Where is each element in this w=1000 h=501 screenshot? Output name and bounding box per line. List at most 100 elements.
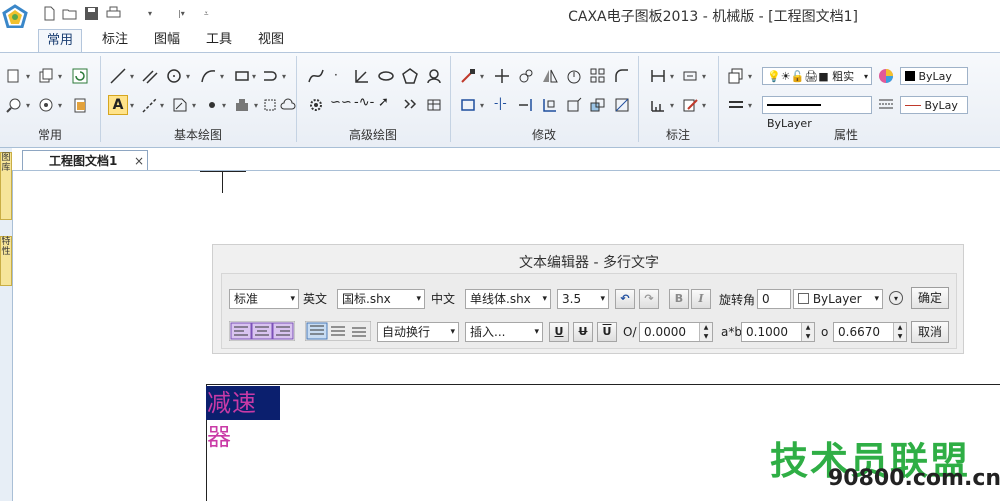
italic-button[interactable]: I [691,289,711,309]
expand-options-icon[interactable]: ▾ [889,291,903,305]
underline-button[interactable]: U [549,322,569,342]
fillet-icon[interactable] [614,68,630,84]
spin-arrows-icon[interactable]: ▲ ▼ [893,323,906,341]
array-icon[interactable] [590,68,606,84]
strikethrough-button[interactable]: U [573,322,593,342]
chevron-down-icon[interactable]: ▾ [480,101,484,110]
layer-manager-icon[interactable] [728,68,744,84]
lineweight-list-icon[interactable] [878,97,894,113]
arrow-icon[interactable]: ➚ [378,95,389,110]
edit-dim-icon[interactable] [682,97,698,113]
wave-line-icon[interactable]: ∽∽ [330,95,352,110]
chevron-down-icon[interactable]: ▾ [130,101,134,110]
ellipse-icon[interactable] [378,68,394,84]
chevron-down-icon[interactable]: ▾ [192,101,196,110]
linewidth-icon[interactable] [728,97,744,113]
redo-icon[interactable]: ↷ [639,289,659,309]
erase-icon[interactable] [460,68,476,84]
ok-button[interactable]: 确定 [911,287,949,309]
stretch-icon[interactable] [542,97,558,113]
angle-line-icon[interactable] [354,68,370,84]
arc-icon[interactable] [200,68,216,84]
measure-icon[interactable] [38,97,54,113]
chevron-down-icon[interactable]: ▾ [58,72,62,81]
char-spacing-input[interactable]: 0.1000 ▲ ▼ [741,322,815,342]
zoom-icon[interactable] [6,97,22,113]
tab-view[interactable]: 视图 [250,29,292,51]
centerline-icon[interactable] [142,97,158,113]
rotation-input[interactable]: 0 [757,289,791,309]
dimension-icon[interactable] [650,68,666,84]
select-window-icon[interactable] [460,97,476,113]
explode-icon[interactable] [566,97,582,113]
circle-icon[interactable] [166,68,182,84]
chevron-down-icon[interactable]: ▾ [254,101,258,110]
chevron-down-icon[interactable]: ▾ [160,101,164,110]
clipboard-icon[interactable] [72,97,88,113]
align-group-icon[interactable] [229,321,295,341]
move-icon[interactable] [494,68,510,84]
english-font-select[interactable]: 国标.shx ▾ [337,289,425,309]
text-height-select[interactable]: 3.5 ▾ [557,289,609,309]
side-tab-library[interactable]: 图库 [0,152,12,220]
leader-icon[interactable] [682,68,698,84]
color-select[interactable]: ByLay [900,67,968,85]
chevron-down-icon[interactable]: ▾ [186,72,190,81]
line-icon[interactable] [110,68,126,84]
chevron-down-icon[interactable]: ▾ [748,101,752,110]
gear-icon[interactable] [308,97,324,113]
chevron-down-icon[interactable]: ▾ [130,72,134,81]
linetype-select[interactable]: ByLayer [762,96,872,130]
tab-sheet[interactable]: 图幅 [146,29,188,51]
chevron-down-icon[interactable]: ▾ [26,101,30,110]
bold-button[interactable]: B [669,289,689,309]
chevron-down-icon[interactable]: ▾ [702,72,706,81]
cloud-icon[interactable] [280,97,296,113]
chevron-down-icon[interactable]: ▾ [222,101,226,110]
polygon-icon[interactable] [402,68,418,84]
close-icon[interactable]: × [134,154,144,168]
refresh-icon[interactable] [72,68,88,84]
hatch-icon[interactable] [172,97,188,113]
tab-annotation[interactable]: 标注 [94,29,136,51]
extend-icon[interactable] [518,97,534,113]
copy-icon[interactable] [38,68,54,84]
chevron-down-icon[interactable]: ▾ [670,72,674,81]
chevron-down-icon[interactable]: ▾ [58,101,62,110]
chinese-font-select[interactable]: 单线体.shx ▾ [465,289,551,309]
document-tab[interactable]: 工程图文档1 [22,150,148,170]
new-icon[interactable] [6,68,22,84]
oblique-input[interactable]: 0.0000 ▲ ▼ [639,322,713,342]
mirror-icon[interactable] [542,68,558,84]
valign-group-icon[interactable] [305,321,371,341]
gear-tooth-icon[interactable] [402,97,418,113]
scale-icon[interactable] [590,97,606,113]
chevron-down-icon[interactable]: ▾ [748,72,752,81]
side-tab-properties[interactable]: 特性 [0,236,12,286]
chevron-down-icon[interactable]: ▾ [670,101,674,110]
chevron-down-icon[interactable]: ▾ [26,72,30,81]
table-icon[interactable] [426,97,442,113]
overline-button[interactable]: U [597,322,617,342]
color-wheel-icon[interactable] [878,68,894,84]
parallel-line-icon[interactable] [142,68,158,84]
tab-tools[interactable]: 工具 [198,29,240,51]
spin-arrows-icon[interactable]: ▲ ▼ [801,323,814,341]
spline-icon[interactable] [308,68,324,84]
text-color-select[interactable]: ByLayer ▾ [793,289,883,309]
selected-text-entity[interactable]: 减速器 [206,386,280,451]
block-icon[interactable] [234,97,250,113]
polyline-icon[interactable] [262,68,278,84]
trim-icon[interactable]: -|- [494,96,507,110]
coordinate-dim-icon[interactable] [650,97,666,113]
boundary-icon[interactable] [262,97,278,113]
point-dot-icon[interactable]: · [334,68,338,82]
chevron-down-icon[interactable]: ▾ [282,72,286,81]
wrap-mode-select[interactable]: 自动换行 ▾ [377,322,459,342]
linewidth-select[interactable]: ByLay [900,96,968,114]
text-style-select[interactable]: 标准 ▾ [229,289,299,309]
point-icon[interactable] [204,97,220,113]
chevron-down-icon[interactable]: ▾ [252,72,256,81]
hole-icon[interactable] [426,68,442,84]
width-ratio-input[interactable]: 0.6670 ▲ ▼ [833,322,907,342]
